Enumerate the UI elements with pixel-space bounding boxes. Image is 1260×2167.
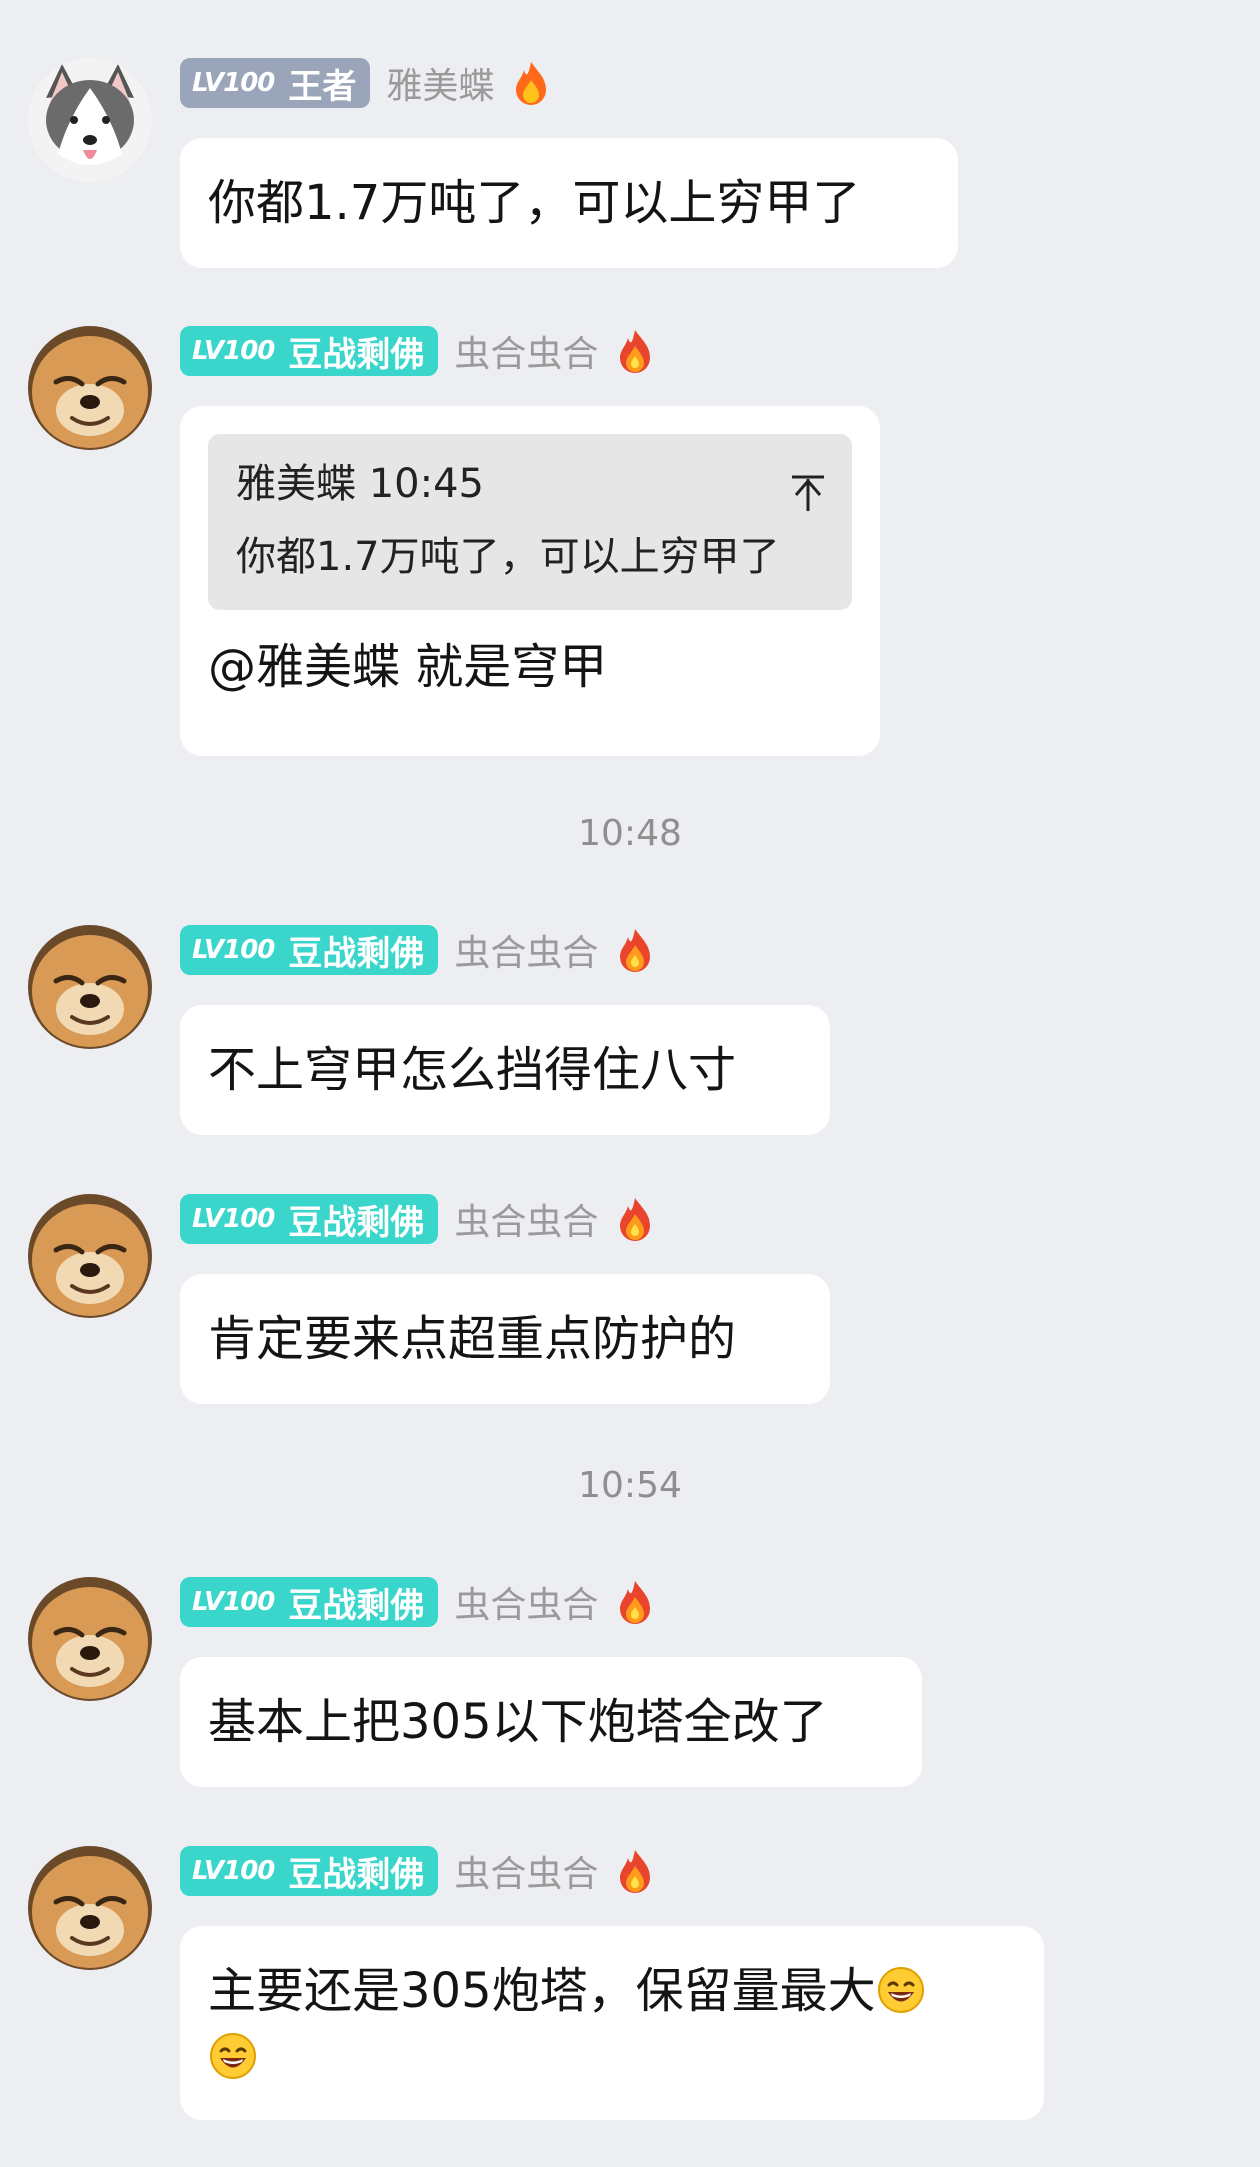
flame-icon xyxy=(512,60,550,106)
message-text-content: 主要还是305炮塔，保留量最大 xyxy=(208,1963,876,2019)
message-text: 主要还是305炮塔，保留量最大 xyxy=(208,1958,1016,2090)
badge-level: LV100 xyxy=(192,1856,275,1886)
badge-title: 豆战剩佛 xyxy=(288,334,425,375)
badge-title: 豆战剩佛 xyxy=(288,933,425,974)
message-text: 基本上把305以下炮塔全改了 xyxy=(208,1694,828,1750)
level-badge: LV100 王者 xyxy=(180,58,371,108)
quoted-message[interactable]: 雅美蝶 10:45 你都1.7万吨了，可以上穷甲了 xyxy=(208,434,852,610)
message-text: 不上穹甲怎么挡得住八寸 xyxy=(208,1042,737,1098)
avatar-shiba[interactable] xyxy=(28,326,152,450)
flame-icon xyxy=(616,1848,654,1894)
avatar-shiba[interactable] xyxy=(28,925,152,1049)
badge-level: LV100 xyxy=(192,935,275,965)
avatar-shiba[interactable] xyxy=(28,1846,152,1970)
sender-meta: LV100 豆战剩佛 虫合虫合 xyxy=(180,1194,654,1244)
level-badge: LV100 豆战剩佛 xyxy=(180,326,439,376)
grinning-sweat-emoji xyxy=(208,2031,258,2081)
sender-nickname[interactable]: 虫合虫合 xyxy=(454,924,598,976)
flame-icon xyxy=(616,1196,654,1242)
sender-meta: LV100 豆战剩佛 虫合虫合 xyxy=(180,1846,654,1896)
message-text: @雅美蝶 就是穹甲 xyxy=(208,639,608,695)
reply-message-bubble[interactable]: 雅美蝶 10:45 你都1.7万吨了，可以上穷甲了 @雅美蝶 就是穹甲 xyxy=(180,406,880,756)
timestamp-divider: 10:48 xyxy=(578,813,682,854)
message-bubble[interactable]: 你都1.7万吨了，可以上穷甲了 xyxy=(180,138,958,268)
sender-meta: LV100 豆战剩佛 虫合虫合 xyxy=(180,1577,654,1627)
sender-nickname[interactable]: 虫合虫合 xyxy=(454,1193,598,1245)
quote-header: 雅美蝶 10:45 xyxy=(236,461,484,507)
message-text: 你都1.7万吨了，可以上穷甲了 xyxy=(208,175,861,231)
message-bubble[interactable]: 不上穹甲怎么挡得住八寸 xyxy=(180,1005,830,1135)
level-badge: LV100 豆战剩佛 xyxy=(180,1577,439,1627)
badge-level: LV100 xyxy=(192,68,275,98)
badge-title: 豆战剩佛 xyxy=(288,1854,425,1895)
sender-nickname[interactable]: 虫合虫合 xyxy=(454,1576,598,1628)
badge-level: LV100 xyxy=(192,1204,275,1234)
avatar-shiba[interactable] xyxy=(28,1194,152,1318)
sender-meta: LV100 豆战剩佛 虫合虫合 xyxy=(180,925,654,975)
avatar-shiba[interactable] xyxy=(28,1577,152,1701)
flame-icon xyxy=(616,1579,654,1625)
level-badge: LV100 豆战剩佛 xyxy=(180,1194,439,1244)
badge-title: 豆战剩佛 xyxy=(288,1585,425,1626)
message-text: 肯定要来点超重点防护的 xyxy=(208,1311,737,1367)
sender-nickname[interactable]: 雅美蝶 xyxy=(386,57,494,109)
sender-nickname[interactable]: 虫合虫合 xyxy=(454,1845,598,1897)
level-badge: LV100 豆战剩佛 xyxy=(180,925,439,975)
badge-title: 豆战剩佛 xyxy=(288,1202,425,1243)
flame-icon xyxy=(616,927,654,973)
message-bubble[interactable]: 基本上把305以下炮塔全改了 xyxy=(180,1657,922,1787)
flame-icon xyxy=(616,328,654,374)
badge-level: LV100 xyxy=(192,1587,275,1617)
badge-level: LV100 xyxy=(192,336,275,366)
badge-title: 王者 xyxy=(288,66,357,107)
message-bubble[interactable]: 主要还是305炮塔，保留量最大 xyxy=(180,1926,1044,2120)
message-bubble[interactable]: 肯定要来点超重点防护的 xyxy=(180,1274,830,1404)
sender-meta: LV100 豆战剩佛 虫合虫合 xyxy=(180,326,654,376)
timestamp-divider: 10:54 xyxy=(578,1465,682,1506)
avatar-husky[interactable] xyxy=(28,58,152,182)
level-badge: LV100 豆战剩佛 xyxy=(180,1846,439,1896)
sender-nickname[interactable]: 虫合虫合 xyxy=(454,325,598,377)
quote-text: 你都1.7万吨了，可以上穷甲了 xyxy=(236,534,780,580)
sender-meta: LV100 王者 雅美蝶 xyxy=(180,58,550,108)
jump-to-top-icon[interactable] xyxy=(790,464,826,511)
grinning-sweat-emoji xyxy=(876,1965,926,2015)
